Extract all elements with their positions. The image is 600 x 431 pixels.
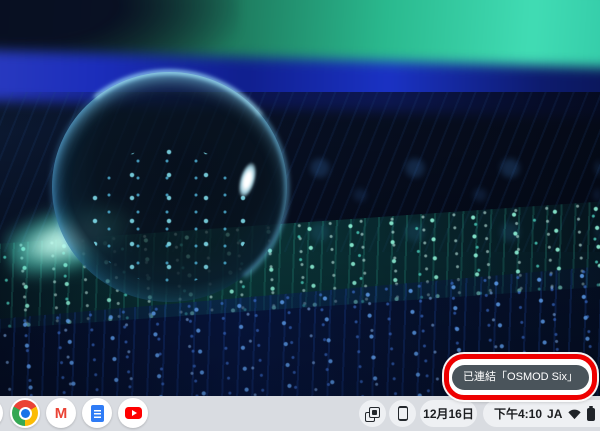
app-youtube-button[interactable]: [118, 398, 148, 428]
app-gmail-button[interactable]: M: [46, 398, 76, 428]
docs-icon: [90, 404, 104, 422]
app-docs-button[interactable]: [82, 398, 112, 428]
connection-toast-text: 已連結「OSMOD Six」: [463, 370, 578, 383]
icon-front-layer: [368, 406, 380, 418]
screen-capture-icon: [364, 406, 381, 422]
phone-hub-button[interactable]: [389, 400, 416, 427]
gmail-icon: M: [54, 404, 68, 422]
desktop-wallpaper: [0, 0, 600, 396]
date-label: 12月16日: [423, 407, 474, 421]
wifi-icon: [567, 408, 582, 420]
chromeos-desktop: M 12月16日 下午4:10 JA 已連結「OSMOD Six」: [0, 0, 600, 431]
app-chrome-button[interactable]: [10, 398, 40, 428]
annotation-highlight: 已連結「OSMOD Six」: [444, 354, 597, 400]
app-button-partial[interactable]: [0, 398, 3, 428]
connection-toast[interactable]: 已連結「OSMOD Six」: [452, 364, 589, 390]
shelf: M 12月16日 下午4:10 JA: [0, 396, 600, 431]
status-tray-button[interactable]: 下午4:10 JA: [483, 400, 600, 427]
youtube-icon: [124, 406, 142, 420]
screen-capture-button[interactable]: [359, 400, 386, 427]
battery-icon: [587, 405, 596, 421]
phone-hub-icon: [397, 406, 408, 421]
chrome-icon: [12, 400, 38, 426]
date-pill[interactable]: 12月16日: [420, 400, 477, 427]
ime-label: JA: [547, 406, 563, 421]
wallpaper-vignette: [0, 0, 600, 396]
time-label: 下午4:10: [494, 407, 543, 421]
